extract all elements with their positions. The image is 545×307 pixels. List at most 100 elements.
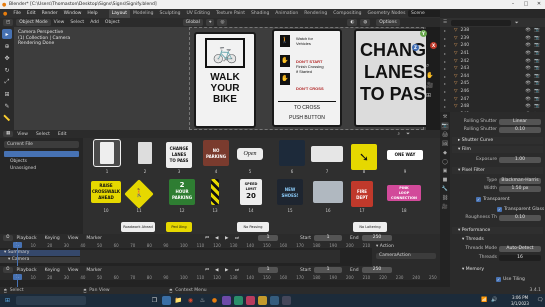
asset-thumb-1[interactable] xyxy=(93,139,121,167)
taskbar-app-icon-7[interactable] xyxy=(282,296,291,305)
object-tab-icon[interactable]: ■ xyxy=(441,176,449,184)
blender-taskbar-icon[interactable]: ● xyxy=(210,296,219,305)
workspace-tab-sculpting[interactable]: Sculpting xyxy=(156,9,183,18)
walk-your-bike-sign[interactable]: 🚲 WALK YOUR BIKE xyxy=(194,32,256,128)
threads-section[interactable]: ▾ Threads xyxy=(452,236,543,243)
asset-thumb-6[interactable] xyxy=(279,140,305,166)
asset-thumb-2[interactable] xyxy=(132,140,158,166)
expand-arrow-icon[interactable]: ▸ xyxy=(444,89,446,94)
visibility-eye-icon[interactable]: 👁 xyxy=(525,28,531,33)
taskbar-app-icon-3[interactable] xyxy=(234,296,243,305)
maximize-icon[interactable]: □ xyxy=(520,0,532,9)
steam-icon[interactable]: ♨ xyxy=(198,296,207,305)
viewport-menu-view[interactable]: View xyxy=(51,20,68,25)
mode-dropdown[interactable]: Object Mode xyxy=(16,19,51,26)
workspace-tab-layout[interactable]: Layout xyxy=(108,9,130,18)
axis-z-icon[interactable]: Z xyxy=(412,44,419,51)
transparent-checkbox[interactable]: ✓ xyxy=(476,197,481,202)
output-tab-icon[interactable]: 🖨 xyxy=(441,131,449,139)
visibility-eye-icon[interactable]: 👁 xyxy=(525,81,531,86)
render-visibility-icon[interactable]: 📷 xyxy=(534,81,540,86)
timeline-jump-end-icon[interactable]: ⏭ xyxy=(235,267,239,273)
outliner-row[interactable]: ▸ ▽ 245 👁 📷 xyxy=(440,80,545,88)
outliner-row[interactable]: ▸ ▽ 248 👁 📷 xyxy=(440,103,545,111)
workspace-tab-animation[interactable]: Animation xyxy=(272,9,301,18)
menu-window[interactable]: Window xyxy=(61,9,85,18)
workspace-tab-texture-paint[interactable]: Texture Paint xyxy=(213,9,248,18)
asset-thumb-4[interactable]: NO PARKING xyxy=(203,140,229,166)
outliner-row[interactable]: ▸ ▽ 243 👁 📷 xyxy=(440,65,545,73)
threads-mode-dropdown[interactable]: Auto-Detect xyxy=(499,246,541,252)
visibility-eye-icon[interactable]: 👁 xyxy=(525,59,531,64)
taskbar-app-icon-4[interactable] xyxy=(246,296,255,305)
expand-arrow-icon[interactable]: ▸ xyxy=(444,28,446,33)
asset-thumb-13[interactable] xyxy=(211,179,219,205)
outliner-editor-icon[interactable]: ☰ xyxy=(443,20,447,25)
taskbar-search-box[interactable] xyxy=(16,296,86,305)
timeline-editor-icon[interactable]: ⏱ xyxy=(3,267,13,273)
outliner-row[interactable]: ▸ ▽ 247 👁 📷 xyxy=(440,95,545,103)
asset-thumb-12[interactable]: 2 HOUR PARKING xyxy=(169,179,195,205)
use-tiling-checkbox[interactable]: ✓ xyxy=(496,277,501,282)
asset-thumb-16[interactable] xyxy=(313,181,343,203)
dopesheet-summary-row[interactable]: ▾ Summary xyxy=(0,250,80,256)
timeline-play-icon[interactable]: ▶ xyxy=(225,268,228,273)
expand-arrow-icon[interactable]: ▸ xyxy=(444,43,446,48)
render-visibility-icon[interactable]: 📷 xyxy=(534,36,540,41)
filter-icon[interactable]: ⏷ xyxy=(515,20,519,26)
select-box-icon[interactable]: ▸ xyxy=(2,29,12,39)
end-frame-field[interactable]: 250 xyxy=(362,235,392,241)
timeline-current-frame-field[interactable]: 1 xyxy=(258,267,278,273)
scene-tab-icon[interactable]: ◆ xyxy=(441,149,449,157)
outliner-row[interactable]: ▸ ▽ 242 👁 📷 xyxy=(440,57,545,65)
workspace-tab-modeling[interactable]: Modeling xyxy=(130,9,156,18)
annotate-icon[interactable]: ✎ xyxy=(2,101,12,111)
outliner-row[interactable]: ▸ ▽ 239 👁 📷 xyxy=(440,35,545,43)
asset-menu-select[interactable]: Select xyxy=(32,132,54,137)
taskbar-app-icon-6[interactable] xyxy=(270,296,279,305)
asset-thumb-10[interactable]: RAISE CROSSWALK AHEAD xyxy=(91,181,121,203)
visibility-eye-icon[interactable]: 👁 xyxy=(525,74,531,79)
render-visibility-icon[interactable]: 📷 xyxy=(534,104,540,109)
asset-filter-icon[interactable]: ⏷ xyxy=(406,131,410,137)
timeline-menu-view[interactable]: View xyxy=(64,268,83,273)
pixel-filter-section[interactable]: ▾ Pixel Filter xyxy=(452,167,543,174)
asset-thumb-7[interactable] xyxy=(311,146,343,162)
timeline-jump-start-icon[interactable]: ⏮ xyxy=(205,267,209,273)
asset-search-icon[interactable]: ⌕ xyxy=(397,131,400,137)
taskbar-app-icon-2[interactable] xyxy=(222,296,231,305)
asset-thumb-11[interactable]: 🚶 xyxy=(124,179,154,209)
shutter-curve-section[interactable]: ▸ Shutter Curve xyxy=(452,137,543,144)
asset-thumb-pedxing[interactable]: Ped Xing Ahead xyxy=(166,222,192,232)
taskbar-app-icon-1[interactable] xyxy=(162,296,171,305)
rolling-shutter-duration-field[interactable]: 0.10 xyxy=(499,127,541,133)
tool-tab-icon[interactable]: ⚒ xyxy=(441,113,449,121)
viewport-menu-select[interactable]: Select xyxy=(67,20,87,25)
outliner-row[interactable]: ▸ ▽ 240 👁 📷 xyxy=(440,42,545,50)
play-reverse-icon[interactable]: ◀ xyxy=(215,236,218,241)
network-icon[interactable]: 📶 xyxy=(480,296,489,305)
move-icon[interactable]: ✥ xyxy=(2,53,12,63)
proportional-edit-icon[interactable]: ◎ xyxy=(217,19,228,26)
world-tab-icon[interactable]: ◯ xyxy=(441,158,449,166)
render-visibility-icon[interactable]: 📷 xyxy=(534,51,540,56)
grid-view-icon[interactable]: ⊞ xyxy=(426,92,431,99)
threads-count-field[interactable]: 16 xyxy=(499,255,541,261)
timeline-menu-marker[interactable]: Marker xyxy=(82,268,106,273)
film-section[interactable]: ▾ Film xyxy=(452,146,543,153)
asset-thumb-14[interactable]: SPEED LIMIT 20 xyxy=(240,179,262,205)
expand-arrow-icon[interactable]: ▸ xyxy=(444,97,446,102)
asset-thumb-8[interactable]: ➘ xyxy=(351,144,377,170)
render-visibility-icon[interactable]: 📷 xyxy=(534,43,540,48)
asset-thumb-18[interactable]: PINK LOOP CONNECTION xyxy=(387,185,421,201)
asset-thumb-9[interactable]: ONE WAY xyxy=(387,150,423,160)
transparent-glass-checkbox[interactable]: ✓ xyxy=(497,207,502,212)
expand-arrow-icon[interactable]: ▸ xyxy=(444,74,446,79)
windows-start-icon[interactable]: ⊞ xyxy=(3,296,12,305)
modifier-tab-icon[interactable]: 🔧 xyxy=(441,185,449,193)
exposure-field[interactable]: 1.00 xyxy=(499,157,541,163)
performance-section[interactable]: ▾ Performance xyxy=(452,227,543,234)
viewport-shading-icon[interactable]: ◐ xyxy=(347,19,358,26)
zoom-icon[interactable]: ⌕ xyxy=(426,62,429,70)
pan-icon[interactable]: ✋ xyxy=(426,72,433,79)
